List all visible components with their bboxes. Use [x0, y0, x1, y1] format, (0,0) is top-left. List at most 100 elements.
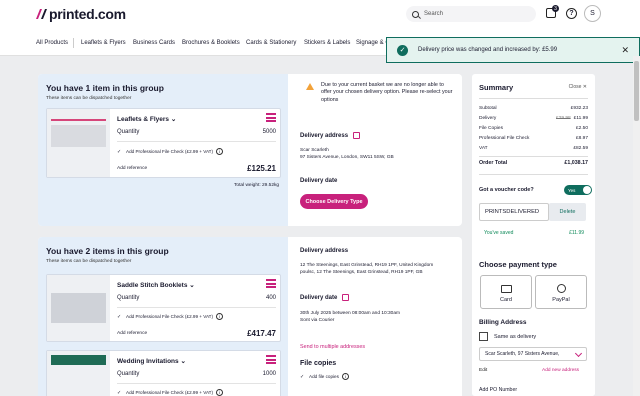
payment-option-card[interactable]: Card [480, 275, 532, 309]
menu-icon[interactable] [266, 279, 276, 288]
product-name[interactable]: Saddle Stitch Booklets ⌄ [117, 281, 195, 289]
delivery-address-label: Delivery address [300, 132, 361, 140]
nav-item-leaflets-flyers[interactable]: Leaflets & Flyers [81, 40, 126, 46]
thumbnail-preview [51, 355, 106, 365]
info-icon[interactable]: i [216, 313, 224, 320]
summary-row-file-copies: File Copies £2.50 [479, 126, 588, 131]
product-card-leaflets: Leaflets & Flyers ⌄ Quantity 5000 ✓ Add … [46, 108, 281, 178]
close-icon[interactable]: ✕ [621, 45, 629, 56]
nav-item-business-cards[interactable]: Business Cards [133, 40, 175, 46]
help-icon[interactable]: ? [566, 8, 577, 19]
group-title: You have 2 items in this group [46, 246, 169, 256]
nav-item-cards-stationery[interactable]: Cards & Stationery [246, 40, 296, 46]
check-icon: ✓ [117, 148, 122, 155]
toast-message: Delivery price was changed and increased… [418, 47, 558, 53]
summary-row-vat: VAT £82.59 [479, 146, 588, 151]
logo-mark-icon [36, 9, 47, 19]
edit-icon[interactable] [353, 132, 361, 139]
billing-address-select[interactable]: Scar Scarleth, 97 Sisters Avenue, [479, 347, 587, 361]
basket-group-2: You have 2 items in this group These ite… [38, 237, 462, 396]
menu-icon[interactable] [266, 113, 276, 122]
product-name-text: Leaflets & Flyers [117, 116, 170, 123]
choose-delivery-button[interactable]: Choose Delivery Type [300, 194, 368, 209]
warning-icon [306, 83, 314, 90]
avatar[interactable]: S [584, 5, 601, 22]
nav-item-signage[interactable]: Signage & C [356, 40, 390, 46]
file-check-option[interactable]: ✓ Add Professional File Check (£2.99 + V… [117, 148, 224, 155]
group-subtitle: These items can be dispatched together [46, 96, 132, 101]
info-icon[interactable]: i [216, 148, 224, 155]
nav-item-brochures-booklets[interactable]: Brochures & Booklets [182, 40, 240, 46]
add-po-number-link[interactable]: Add PO Number [479, 387, 517, 393]
info-icon[interactable]: i [216, 389, 224, 396]
selected-address: Scar Scarleth, 97 Sisters Avenue, [485, 351, 560, 357]
delivery-method-text: Sont via Courier [300, 317, 335, 323]
nav-divider [73, 38, 74, 48]
menu-icon[interactable] [266, 355, 276, 364]
quantity-value: 1000 [262, 371, 276, 377]
check-icon: ✓ [117, 389, 122, 396]
thumbnail-preview [51, 293, 106, 323]
logo-text: printed.com [49, 6, 126, 22]
group-subtitle: These items can be dispatched together [46, 259, 132, 264]
file-check-option[interactable]: ✓ Add Professional File Check (£2.99 + V… [117, 389, 224, 396]
delivery-address-label: Delivery address [300, 248, 349, 254]
product-name[interactable]: Wedding Invitations ⌄ [117, 357, 186, 365]
old-price: £29.98 [556, 116, 571, 121]
nav-item-all-products[interactable]: All Products [36, 40, 68, 46]
voucher-code-input[interactable]: PRINTSDELIVERED [479, 203, 549, 221]
check-circle-icon: ✓ [397, 44, 408, 56]
row-value: £2.50 [575, 126, 588, 131]
search-input[interactable]: Search [406, 6, 536, 22]
add-new-address-link[interactable]: Add new address [542, 368, 579, 373]
voucher-toggle[interactable]: Yes [564, 185, 592, 195]
toggle-label: Yes [568, 187, 576, 193]
delete-voucher-button[interactable]: Delete [549, 203, 586, 221]
printed-logo[interactable]: printed.com [35, 6, 126, 22]
file-check-label: Add Professional File Check (£2.99 + VAT… [126, 149, 214, 154]
delivery-date-label: Delivery date [300, 178, 338, 184]
search-placeholder: Search [424, 11, 444, 17]
row-label: Professional File Check [479, 136, 530, 141]
delivery-price-toast: ✓ Delivery price was changed and increas… [386, 37, 640, 63]
site-header: printed.com Search 3 ? S [0, 0, 640, 30]
card-label: Card [500, 297, 512, 303]
edit-address-link[interactable]: Edit [479, 368, 487, 373]
add-file-copies-option[interactable]: ✓ Add file copies i [300, 373, 349, 380]
group-1-delivery: Due to your current basket we are no lon… [300, 74, 462, 226]
scrollbar-thumb[interactable] [634, 61, 639, 121]
saved-value: £11.99 [569, 230, 584, 236]
address-line: poulsc, 12 The Steenings, East Grinstead… [300, 269, 423, 275]
divider [117, 307, 276, 308]
row-value: £8.97 [575, 136, 588, 141]
billing-address-title: Billing Address [479, 319, 527, 326]
product-name[interactable]: Leaflets & Flyers ⌄ [117, 115, 176, 123]
product-thumbnail [47, 275, 110, 341]
summary-title: Summary [479, 83, 514, 92]
delivery-address-label-text: Delivery address [300, 133, 349, 140]
file-check-option[interactable]: ✓ Add Professional File Check (£2.99 + V… [117, 313, 224, 320]
edit-icon[interactable] [342, 294, 350, 301]
summary-close-button[interactable]: Close ✕ [569, 84, 587, 90]
product-price: £125.21 [247, 164, 276, 173]
checkbox[interactable] [479, 332, 488, 341]
send-multiple-addresses-link[interactable]: Send to multiple addresses [300, 344, 365, 350]
order-total-label: Order Total [479, 160, 508, 166]
payment-option-paypal[interactable]: PayPal [535, 275, 587, 309]
summary-row-delivery: Delivery £29.98 £11.99 [479, 116, 588, 121]
info-icon[interactable]: i [341, 373, 349, 380]
saved-label: You've saved [484, 230, 514, 236]
row-value: £11.99 [573, 116, 588, 121]
check-icon: ✓ [117, 313, 122, 320]
page-scrollbar[interactable] [633, 56, 640, 396]
same-as-delivery-label: Same as delivery [494, 333, 537, 340]
order-total-value: £1,038.17 [564, 160, 588, 166]
add-reference-link[interactable]: Add reference [117, 331, 147, 336]
delivery-date-details: 30th July 2025 between 08:00am and 10:30… [300, 311, 400, 324]
nav-item-stickers-labels[interactable]: Stickers & Labels [304, 40, 350, 46]
delivery-address: 12 The Steenings, East Grinstead, RH19 1… [300, 263, 433, 276]
same-as-delivery-checkbox[interactable]: Same as delivery [479, 332, 536, 341]
card-icon [500, 285, 512, 293]
quantity-label: Quantity [117, 371, 140, 377]
add-reference-link[interactable]: Add reference [117, 166, 147, 171]
